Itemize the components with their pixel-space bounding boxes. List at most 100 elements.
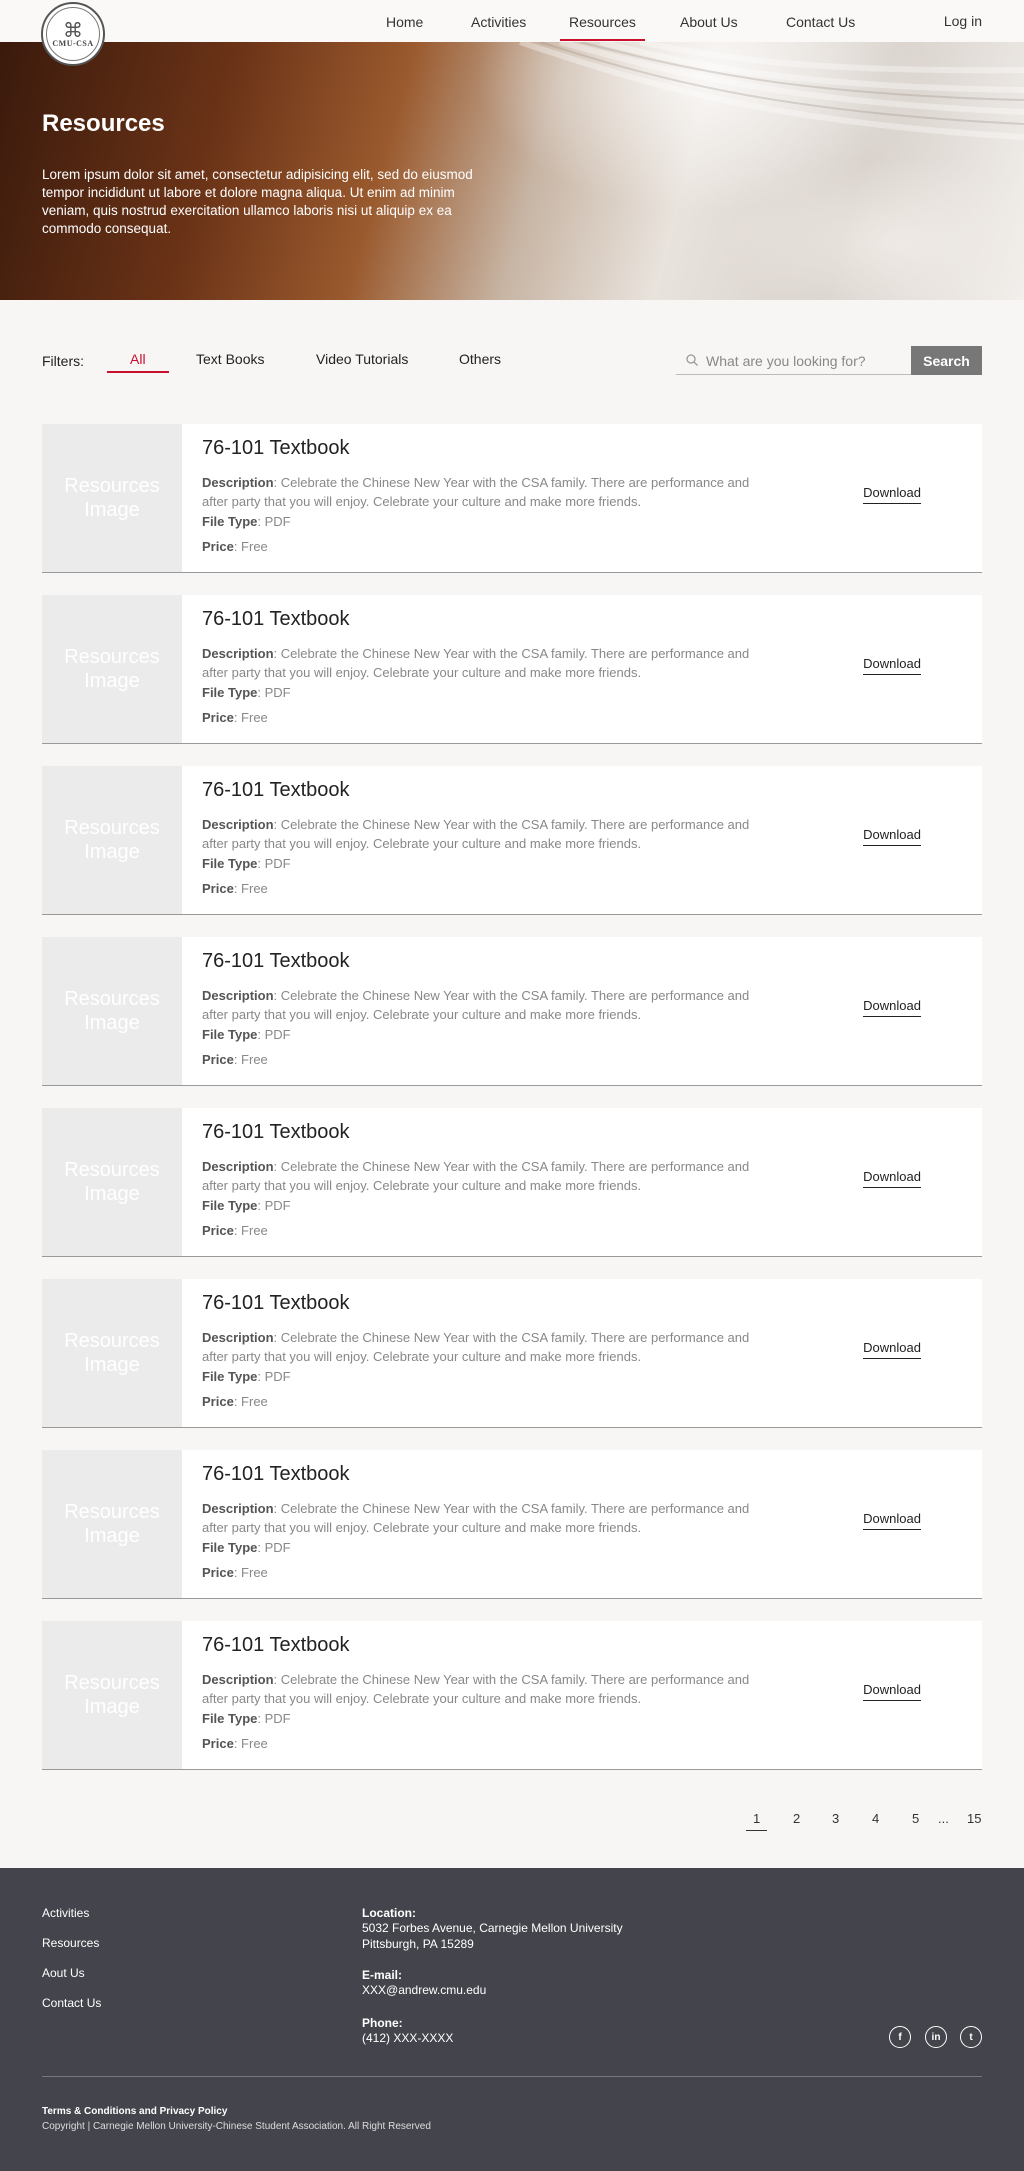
file-type-label: File Type <box>202 1711 258 1726</box>
search-input[interactable] <box>706 350 906 372</box>
twitter-icon[interactable]: t <box>960 2026 982 2048</box>
nav-contact-us[interactable]: Contact Us <box>786 14 855 30</box>
download-link[interactable]: Download <box>863 656 921 675</box>
footer-divider <box>42 2076 982 2077</box>
page-4[interactable]: 4 <box>872 1811 879 1826</box>
nav-home[interactable]: Home <box>386 14 423 30</box>
description-text: Celebrate the Chinese New Year with the … <box>202 1672 750 1706</box>
nav-resources[interactable]: Resources <box>560 14 645 41</box>
price-value: Free <box>241 881 268 896</box>
top-navbar: Home Activities Resources About Us Conta… <box>0 0 1024 42</box>
footer-link-contact-us[interactable]: Contact Us <box>42 1996 101 2010</box>
resource-file-type: File Type: PDF <box>202 1711 291 1726</box>
file-type-value: PDF <box>264 1027 291 1042</box>
file-type-value: PDF <box>264 1369 291 1384</box>
logo-emblem: ⌘ CMU-CSA <box>46 7 100 61</box>
resource-image-label: Resources Image <box>64 988 160 1034</box>
nav-about-us[interactable]: About Us <box>680 14 738 30</box>
resource-description: Description: Celebrate the Chinese New Y… <box>202 817 750 851</box>
linkedin-icon[interactable]: in <box>925 2026 947 2048</box>
footer-location-line1: 5032 Forbes Avenue, Carnegie Mellon Univ… <box>362 1921 623 1935</box>
footer-link-about-us[interactable]: Aout Us <box>42 1966 85 1980</box>
file-type-label: File Type <box>202 1369 258 1384</box>
file-type-value: PDF <box>264 856 291 871</box>
resource-image-label: Resources Image <box>64 817 160 863</box>
resource-file-type: File Type: PDF <box>202 685 291 700</box>
footer-link-activities[interactable]: Activities <box>42 1906 89 1920</box>
filter-all[interactable]: All <box>130 351 146 367</box>
resource-file-type: File Type: PDF <box>202 1198 291 1213</box>
price-label: Price <box>202 1223 234 1238</box>
logo[interactable]: ⌘ CMU-CSA <box>41 2 105 66</box>
resource-file-type: File Type: PDF <box>202 856 291 871</box>
footer-email[interactable]: XXX@andrew.cmu.edu <box>362 1982 486 1998</box>
page-title: Resources <box>42 110 165 137</box>
price-label: Price <box>202 539 234 554</box>
file-type-value: PDF <box>264 1711 291 1726</box>
filter-video-tutorials[interactable]: Video Tutorials <box>316 351 408 367</box>
resource-card: Resources Image 76-101 Textbook Descriptio… <box>42 1108 982 1257</box>
file-type-label: File Type <box>202 514 258 529</box>
resource-price: Price: Free <box>202 710 268 725</box>
download-link[interactable]: Download <box>863 1169 921 1188</box>
page-ellipsis: ... <box>938 1811 949 1826</box>
download-link[interactable]: Download <box>863 1511 921 1530</box>
description-text: Celebrate the Chinese New Year with the … <box>202 475 750 509</box>
search-button[interactable]: Search <box>911 346 982 375</box>
resource-image-placeholder: Resources Image <box>42 1450 182 1598</box>
resource-card: Resources Image 76-101 Textbook Descriptio… <box>42 1621 982 1770</box>
resource-description: Description: Celebrate the Chinese New Y… <box>202 1672 750 1706</box>
download-link[interactable]: Download <box>863 1340 921 1359</box>
resource-description: Description: Celebrate the Chinese New Y… <box>202 475 750 509</box>
description-text: Celebrate the Chinese New Year with the … <box>202 1501 750 1535</box>
resource-card: Resources Image 76-101 Textbook Descriptio… <box>42 424 982 573</box>
nav-activities[interactable]: Activities <box>471 14 526 30</box>
resource-title: 76-101 Textbook <box>202 950 350 972</box>
resource-card: Resources Image 76-101 Textbook Descriptio… <box>42 766 982 915</box>
resource-price: Price: Free <box>202 1052 268 1067</box>
file-type-label: File Type <box>202 1540 258 1555</box>
facebook-icon[interactable]: f <box>889 2026 911 2048</box>
price-label: Price <box>202 1565 234 1580</box>
file-type-value: PDF <box>264 1540 291 1555</box>
page-3[interactable]: 3 <box>832 1811 839 1826</box>
download-link[interactable]: Download <box>863 827 921 846</box>
file-type-value: PDF <box>264 1198 291 1213</box>
file-type-label: File Type <box>202 1198 258 1213</box>
terms-link[interactable]: Terms & Conditions and Privacy Policy <box>42 2106 227 2117</box>
page-2[interactable]: 2 <box>793 1811 800 1826</box>
logo-text: CMU-CSA <box>52 38 94 48</box>
description-label: Description <box>202 1501 274 1516</box>
resource-description: Description: Celebrate the Chinese New Y… <box>202 1159 750 1193</box>
price-label: Price <box>202 1052 234 1067</box>
resource-title: 76-101 Textbook <box>202 1634 350 1656</box>
filter-text-books[interactable]: Text Books <box>196 351 264 367</box>
download-link[interactable]: Download <box>863 998 921 1017</box>
page-5[interactable]: 5 <box>912 1811 919 1826</box>
filter-others[interactable]: Others <box>459 351 501 367</box>
footer-link-resources[interactable]: Resources <box>42 1936 99 1950</box>
download-link[interactable]: Download <box>863 1682 921 1701</box>
resource-description: Description: Celebrate the Chinese New Y… <box>202 988 750 1022</box>
price-value: Free <box>241 1394 268 1409</box>
page-1[interactable]: 1 <box>745 1811 768 1831</box>
footer-phone-label: Phone: <box>362 2016 403 2030</box>
download-link[interactable]: Download <box>863 485 921 504</box>
description-label: Description <box>202 475 274 490</box>
copyright-text: Copyright | Carnegie Mellon University-C… <box>42 2121 431 2132</box>
resource-image-label: Resources Image <box>64 1330 160 1376</box>
resource-price: Price: Free <box>202 1223 268 1238</box>
login-link[interactable]: Log in <box>944 13 982 29</box>
hero-description: Lorem ipsum dolor sit amet, consectetur … <box>42 167 473 236</box>
price-value: Free <box>241 1736 268 1751</box>
resource-description: Description: Celebrate the Chinese New Y… <box>202 1501 750 1535</box>
description-text: Celebrate the Chinese New Year with the … <box>202 646 750 680</box>
page-15[interactable]: 15 <box>967 1811 981 1826</box>
file-type-label: File Type <box>202 685 258 700</box>
resource-price: Price: Free <box>202 881 268 896</box>
footer: Activities Resources Aout Us Contact Us … <box>0 1868 1024 2171</box>
description-text: Celebrate the Chinese New Year with the … <box>202 988 750 1022</box>
resource-image-label: Resources Image <box>64 1159 160 1205</box>
resource-title: 76-101 Textbook <box>202 437 350 459</box>
footer-email-label: E-mail: <box>362 1968 403 1982</box>
